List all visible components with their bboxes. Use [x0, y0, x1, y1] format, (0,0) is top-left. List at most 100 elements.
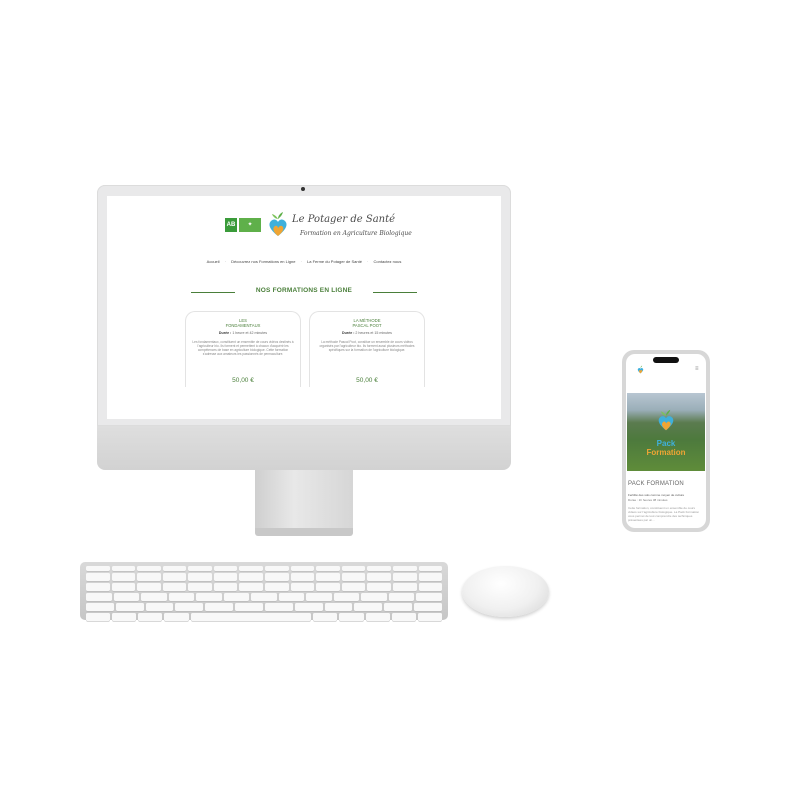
keyboard-key — [416, 593, 442, 601]
main-nav: Accueil · Découvrez nos Formations en Li… — [107, 259, 501, 264]
keyboard-key — [205, 603, 234, 611]
keyboard-key — [265, 566, 289, 571]
duration-value: 1 heure et 42 minutes — [232, 331, 268, 335]
keyboard-key — [213, 583, 238, 591]
keyboard-row — [86, 573, 443, 581]
card-duration: Durée : 2 heures et 15 minutes — [310, 331, 424, 335]
keyboard-key — [213, 566, 238, 571]
card-title-line2: PASCAL POOT — [352, 323, 382, 328]
logo-heart-icon — [269, 212, 287, 236]
keyboard-key — [175, 603, 204, 611]
keyboard-row — [86, 566, 443, 571]
imac-chin — [97, 426, 511, 470]
card-price: 50,00 € — [356, 377, 378, 384]
keyboard-key — [188, 573, 212, 581]
keyboard-key — [417, 613, 442, 621]
keyboard-key — [86, 566, 110, 571]
keyboard-key — [306, 593, 332, 601]
nav-item-contact[interactable]: Contactez nous — [370, 259, 406, 264]
keyboard-key — [162, 583, 187, 591]
nav-item-formations[interactable]: Découvrez nos Formations en Ligne — [227, 259, 299, 264]
logo-subtitle: Formation en Agriculture Biologique — [300, 230, 412, 237]
hero-title-line1: Pack — [656, 439, 676, 448]
keyboard-key — [392, 583, 417, 591]
imac-stand — [255, 470, 353, 530]
card-title: LES FONDAMENTAUX — [186, 318, 300, 328]
hero-heart-icon — [658, 409, 674, 431]
keyboard-key — [341, 566, 366, 571]
logo-title: Le Potager de Santé — [292, 214, 396, 225]
duration-label: Durée : — [342, 331, 355, 335]
mobile-page-title: PACK FORMATION — [628, 481, 684, 487]
keyboard-key — [316, 566, 340, 571]
keyboard-key — [414, 603, 442, 611]
nav-item-accueil[interactable]: Accueil — [203, 259, 224, 264]
duration-value: 2 heures et 15 minutes — [355, 331, 392, 335]
mobile-screen: ≡ Pack Formation PACK FORMATION Fertilit… — [626, 354, 706, 528]
keyboard-key — [278, 593, 305, 601]
keyboard-row — [86, 603, 442, 611]
keyboard-key — [113, 593, 140, 601]
keyboard-key — [265, 583, 289, 591]
eu-organic-leaf-icon: ✦ — [239, 218, 261, 232]
card-description: La méthode Pascal Poot, constitue un ens… — [319, 340, 415, 352]
pack-formation-hero[interactable]: Pack Formation — [627, 393, 705, 471]
keyboard-key — [111, 583, 136, 591]
keyboard-key — [418, 566, 443, 571]
keyboard-key — [294, 603, 323, 611]
keyboard-key — [112, 613, 137, 621]
keyboard-key — [341, 573, 366, 581]
hamburger-menu-icon[interactable]: ≡ — [695, 366, 699, 372]
card-title-line2: FONDAMENTAUX — [225, 323, 261, 328]
keyboard-key — [264, 603, 293, 611]
nav-separator: · — [300, 259, 302, 264]
mobile-subtitle: Fertilité des sols comme moyen de cultur… — [628, 493, 685, 497]
mouse — [462, 566, 549, 617]
nav-item-ferme[interactable]: La Ferme du Potager de Santé — [303, 259, 366, 264]
mobile-description: Cette formation, constituent un ensemble… — [628, 506, 700, 522]
course-card-pascal-poot[interactable]: LA MÉTHODE PASCAL POOT Durée : 2 heures … — [309, 311, 425, 387]
keyboard-key — [341, 583, 366, 591]
keyboard-key — [367, 566, 391, 571]
keyboard-key — [223, 593, 250, 601]
keyboard-key — [418, 573, 443, 581]
keyboard-key — [316, 573, 340, 581]
keyboard-key — [367, 573, 391, 581]
keyboard-key — [313, 613, 338, 621]
nav-separator: · — [367, 259, 369, 264]
card-price: 50,00 € — [232, 377, 254, 384]
course-card-fondamentaux[interactable]: LES FONDAMENTAUX Durée : 1 heure et 42 m… — [185, 311, 301, 387]
hero-title-line2: Formation — [646, 448, 686, 457]
keyboard-key — [418, 583, 443, 591]
keyboard-key — [367, 583, 391, 591]
keyboard-key — [86, 613, 111, 621]
keyboard-key — [111, 573, 136, 581]
nav-separator: · — [224, 259, 227, 264]
keyboard-key — [316, 583, 340, 591]
phone-notch — [653, 357, 679, 363]
keyboard-key — [235, 603, 263, 611]
keyboard-key — [290, 583, 315, 591]
site-logo[interactable]: AB ✦ Le Potager de Santé Formation en Ag… — [225, 210, 412, 246]
card-description: Les fondamentaux, constituent un ensembl… — [192, 340, 294, 356]
keyboard-key — [190, 613, 312, 621]
keyboard-key — [162, 573, 187, 581]
keyboard-key — [388, 593, 415, 601]
keyboard-key — [239, 583, 264, 591]
keyboard-key — [138, 613, 163, 621]
mobile-logo-icon[interactable] — [636, 365, 645, 374]
keyboard-row — [86, 583, 443, 591]
keyboard-key — [333, 593, 360, 601]
keyboard-key — [137, 583, 161, 591]
duration-label: Durée : — [218, 331, 232, 335]
imac-stand-foot — [255, 528, 353, 536]
keyboard-row — [86, 613, 442, 621]
keyboard-key — [213, 573, 238, 581]
keyboard-key — [111, 566, 136, 571]
keyboard — [80, 562, 448, 621]
keyboard-key — [365, 613, 390, 621]
keyboard-key — [115, 603, 144, 611]
keyboard-key — [324, 603, 353, 611]
keyboard-key — [391, 613, 416, 621]
keyboard-keys — [86, 566, 443, 621]
